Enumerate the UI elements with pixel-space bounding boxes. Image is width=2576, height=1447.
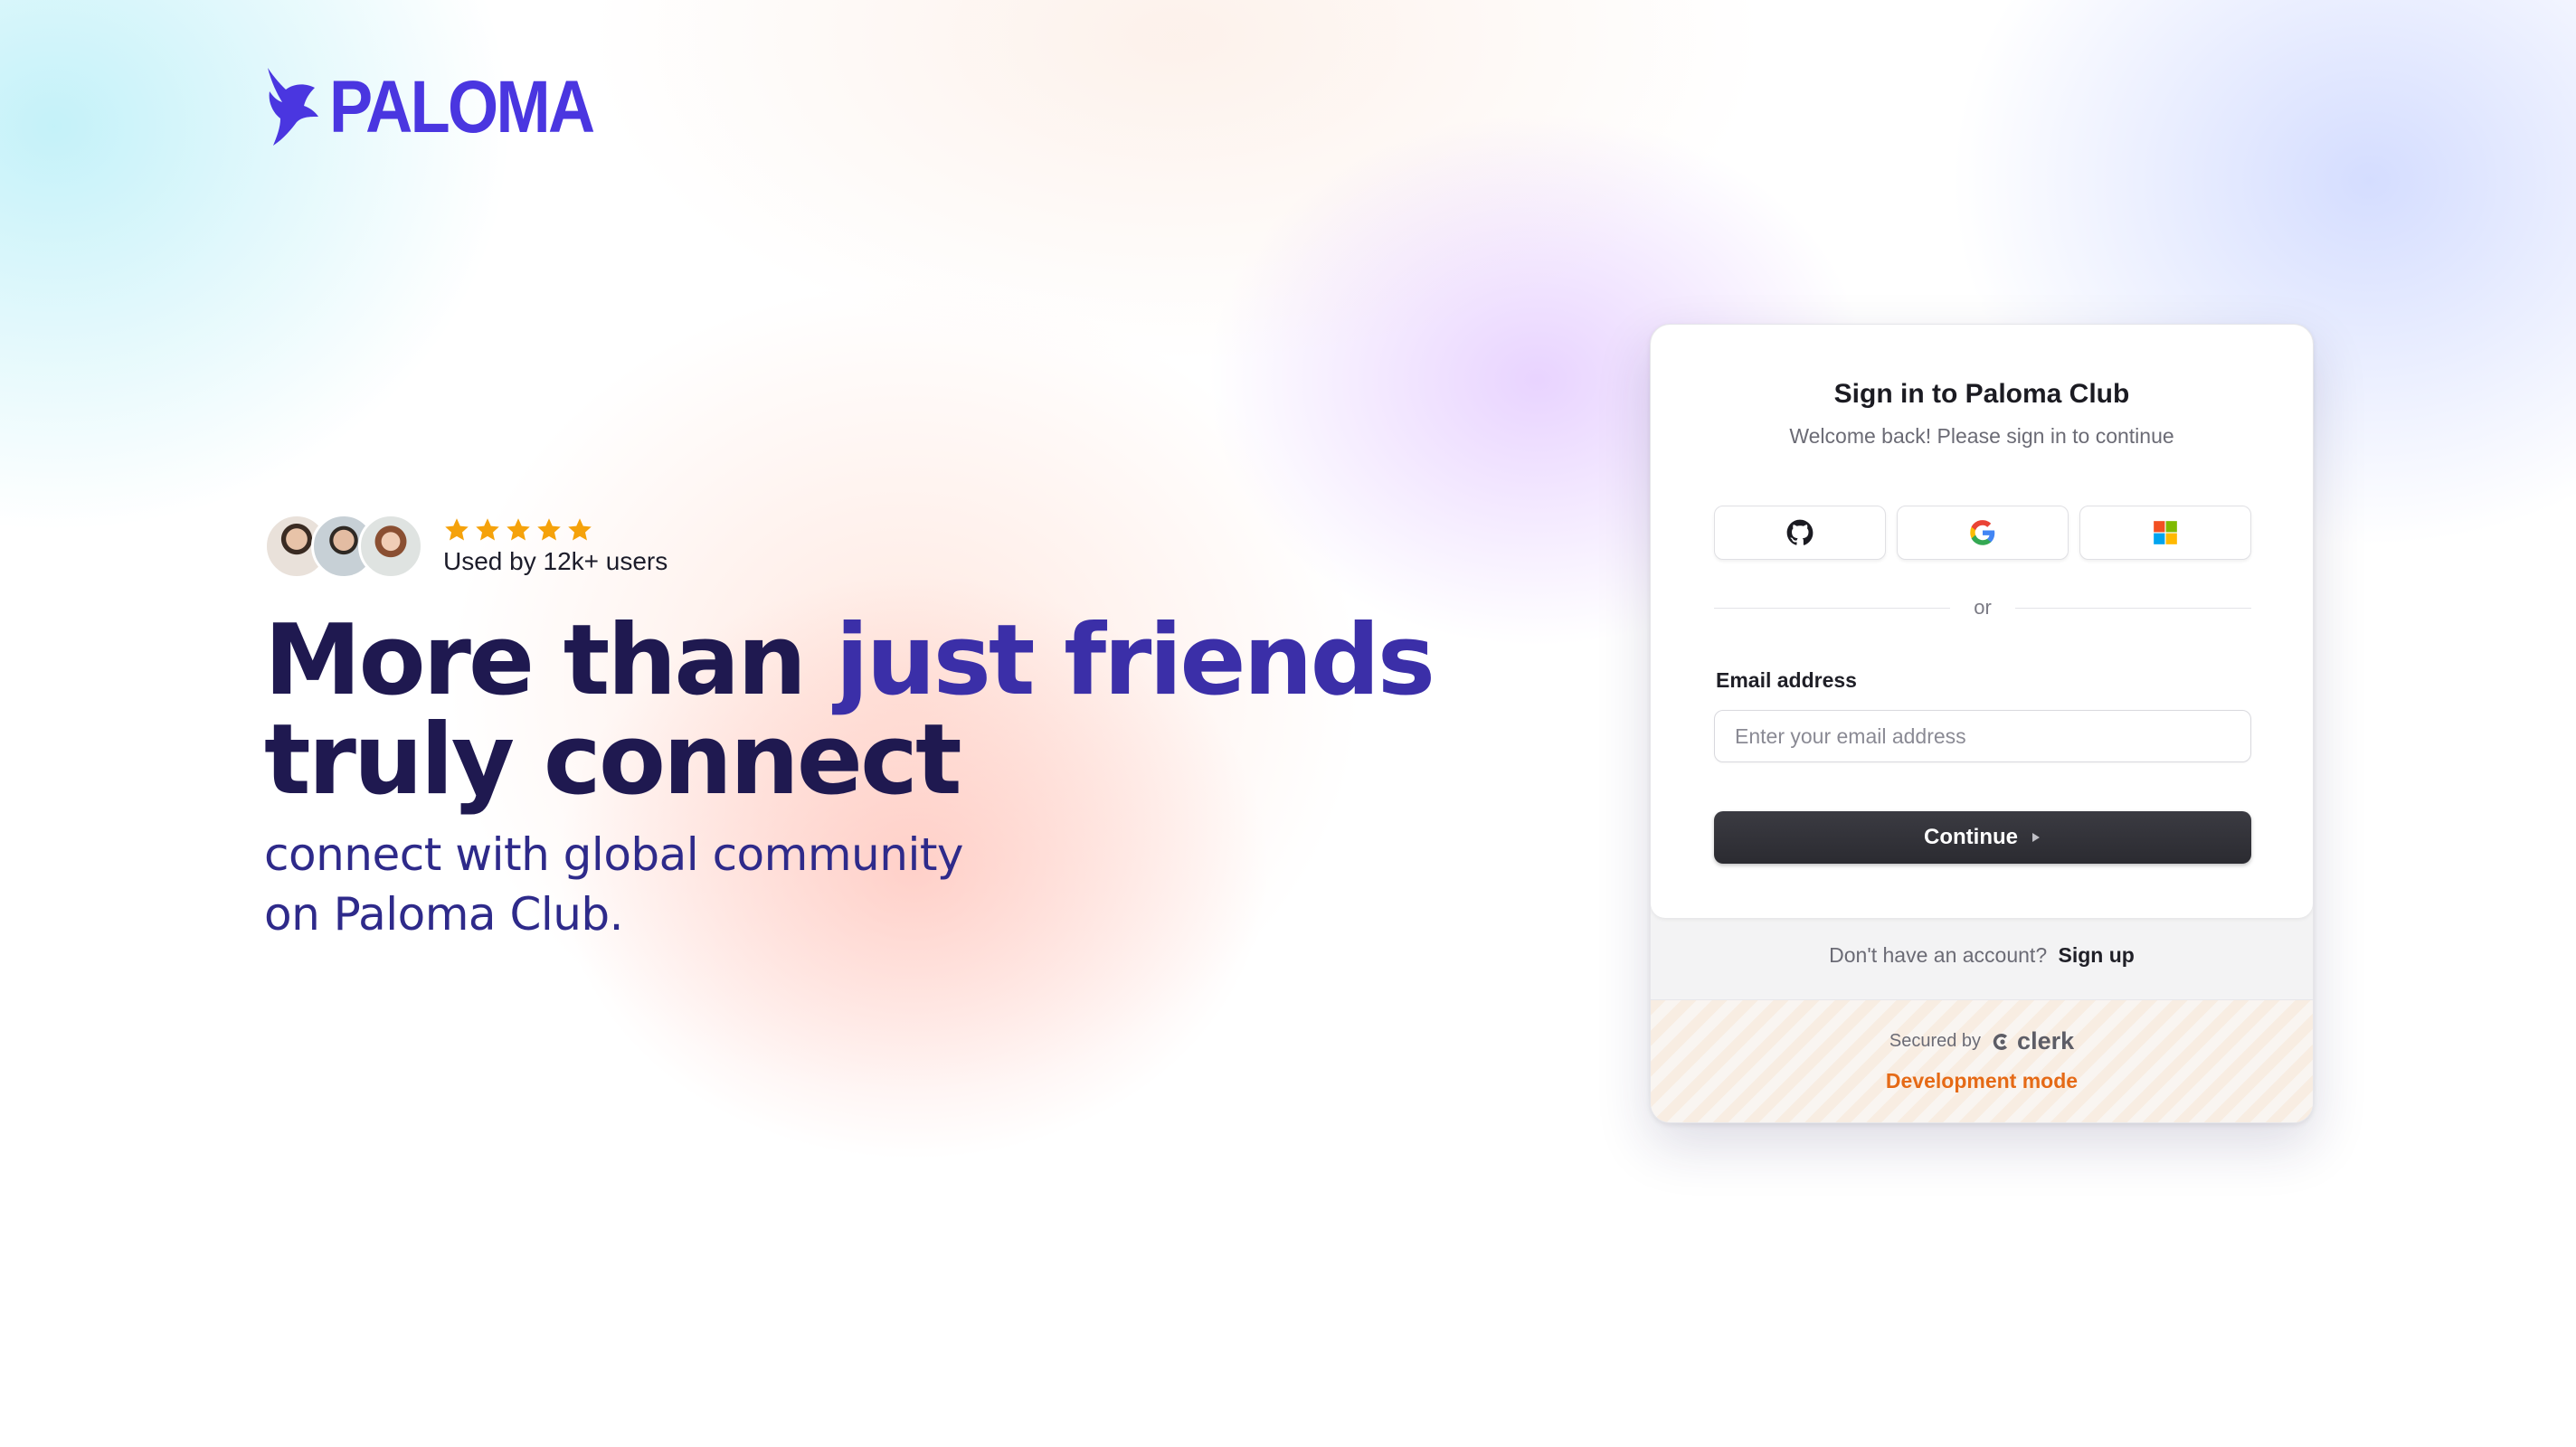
signup-link[interactable]: Sign up	[2059, 943, 2135, 967]
clerk-icon	[1993, 1033, 2008, 1050]
signup-row: Don't have an account? Sign up	[1651, 943, 2313, 968]
secured-by: Secured by clerk	[1651, 1027, 2313, 1055]
social-proof: Used by 12k+ users	[264, 514, 668, 579]
signin-card-body: Sign in to Paloma Club Welcome back! Ple…	[1651, 325, 2313, 918]
clerk-name: clerk	[2017, 1027, 2075, 1055]
hero-subline: connect with global community on Paloma …	[264, 825, 964, 944]
dove-logo-icon	[268, 68, 318, 146]
star-icon	[445, 518, 469, 541]
subline-line2: on Paloma Club.	[264, 888, 624, 941]
secured-by-text: Secured by	[1889, 1031, 1982, 1051]
email-label: Email address	[1716, 668, 1857, 692]
headline-line2: truly connect	[264, 704, 962, 817]
signin-card: Sign in to Paloma Club Welcome back! Ple…	[1650, 324, 2314, 1123]
divider-line	[2014, 607, 2251, 609]
signup-prompt: Don't have an account?	[1829, 943, 2048, 967]
microsoft-icon	[2154, 521, 2177, 544]
continue-label: Continue	[1924, 825, 2018, 849]
users-count-text: Used by 12k+ users	[443, 547, 668, 575]
signin-subtitle: Welcome back! Please sign in to continue	[1789, 424, 2174, 448]
signin-title: Sign in to Paloma Club	[1833, 379, 2130, 409]
star-rating	[443, 516, 668, 544]
brand-name: PALOMA	[329, 66, 595, 148]
user-avatars	[264, 514, 423, 579]
clerk-logo[interactable]: clerk	[1992, 1027, 2074, 1055]
google-login-button[interactable]	[1897, 506, 2069, 560]
card-footer: Secured by clerk Development mode	[1651, 999, 2313, 1122]
microsoft-login-button[interactable]	[2079, 506, 2251, 560]
play-arrow-icon	[2031, 833, 2040, 842]
star-icon	[476, 518, 499, 541]
or-divider: or	[1714, 596, 2251, 619]
avatar	[358, 514, 423, 579]
github-icon	[1786, 519, 1814, 545]
social-login-buttons	[1714, 506, 2251, 560]
development-mode-label: Development mode	[1885, 1069, 2079, 1092]
google-icon	[1970, 520, 1995, 545]
subline-line1: connect with global community	[264, 828, 964, 881]
email-input[interactable]	[1714, 710, 2251, 762]
headline-accent: just friends	[835, 604, 1435, 717]
brand-logo[interactable]: PALOMA	[264, 65, 629, 150]
star-icon	[507, 518, 530, 541]
hero-headline: More than just friends truly connect	[264, 611, 1435, 810]
rating: Used by 12k+ users	[443, 516, 668, 576]
divider-text: or	[1974, 596, 1992, 619]
star-icon	[568, 518, 592, 541]
continue-button[interactable]: Continue	[1714, 811, 2251, 864]
github-login-button[interactable]	[1714, 506, 1886, 560]
divider-line	[1714, 607, 1951, 609]
star-icon	[537, 518, 561, 541]
headline-part1: More than	[264, 604, 836, 717]
